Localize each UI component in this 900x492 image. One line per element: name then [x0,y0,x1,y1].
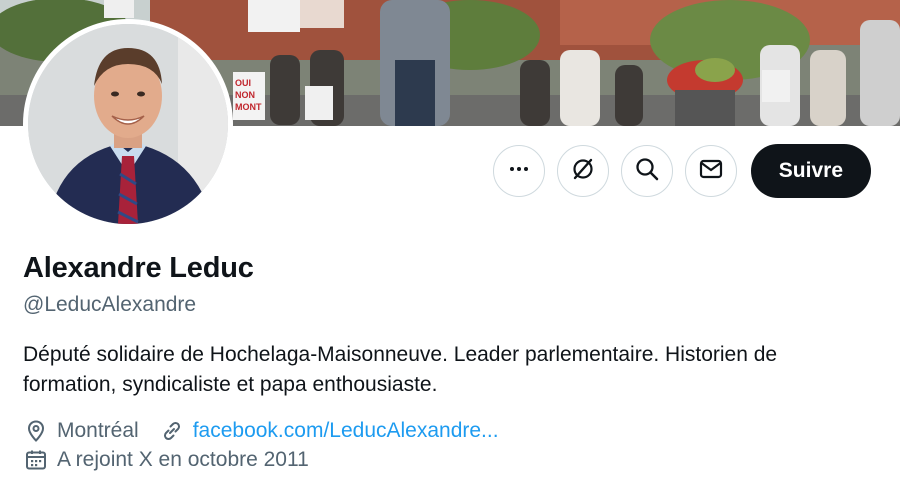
profile-location: Montréal [57,419,139,442]
profile-handle: @LeducAlexandre [23,293,197,316]
profile-bio: Député solidaire de Hochelaga-Maisonneuv… [23,343,778,396]
follow-button[interactable]: Suivre [750,144,871,198]
svg-text:MONT: MONT [235,102,262,112]
link-icon [159,418,185,444]
profile-actions: Suivre [492,144,871,198]
message-button[interactable] [684,145,737,197]
svg-text:NON: NON [235,90,255,100]
avatar[interactable] [28,24,228,224]
profile-name: Alexandre Leduc [23,252,254,284]
slashed-circle-icon [570,156,596,187]
profile-website-link[interactable]: facebook.com/LeducAlexandre... [193,419,499,443]
grok-button[interactable] [556,145,609,197]
profile-joined-row: A rejoint X en octobre 2011 [23,447,309,473]
calendar-icon [23,447,49,473]
avatar-border [23,19,233,229]
svg-text:OUI: OUI [235,78,251,88]
search-icon [634,156,660,187]
profile-joined-date: A rejoint X en octobre 2011 [57,448,309,471]
map-pin-icon [23,418,49,444]
avatar-photo [28,24,228,224]
envelope-icon [698,156,724,187]
more-button[interactable] [492,145,545,197]
profile-meta-row: Montréal facebook.com/LeducAlexandre... [23,418,499,444]
search-profile-button[interactable] [620,145,673,197]
more-horizontal-icon [507,157,531,186]
